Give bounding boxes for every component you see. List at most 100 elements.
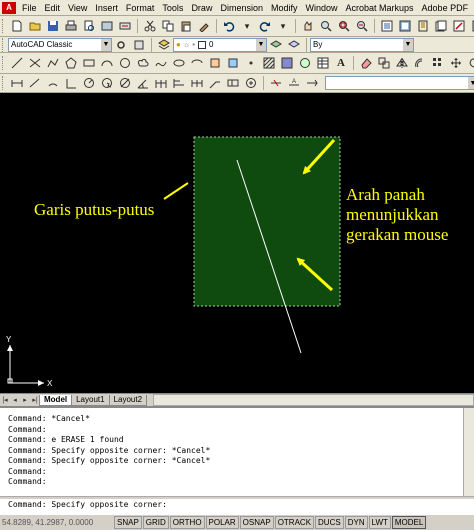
layer-select[interactable]: ● ☼ ▪ 0 ▼ (173, 37, 267, 52)
tab-layout1[interactable]: Layout1 (71, 394, 110, 406)
otrack-toggle[interactable]: OTRACK (274, 516, 315, 529)
paste-icon[interactable] (178, 18, 194, 34)
new-file-icon[interactable] (9, 18, 25, 34)
ducs-toggle[interactable]: DUCS (315, 516, 344, 529)
menu-edit[interactable]: Edit (41, 3, 65, 13)
drawing-canvas[interactable]: Garis putus-putus Arah panah menunjukkan… (0, 93, 474, 393)
dimension-edit-icon[interactable] (268, 75, 284, 91)
print-icon[interactable] (63, 18, 79, 34)
quick-dimension-icon[interactable] (153, 75, 169, 91)
copy-object-icon[interactable] (376, 55, 392, 71)
chevron-down-icon[interactable]: ▼ (468, 77, 474, 89)
radius-icon[interactable] (81, 75, 97, 91)
linear-dimension-icon[interactable] (9, 75, 25, 91)
horizontal-scrollbar[interactable] (153, 394, 474, 406)
redo-icon[interactable] (257, 18, 273, 34)
tab-model[interactable]: Model (39, 394, 73, 406)
spline-icon[interactable] (153, 55, 169, 71)
publish-icon[interactable] (99, 18, 115, 34)
polygon-icon[interactable] (63, 55, 79, 71)
toolbar-grip[interactable] (2, 56, 6, 70)
arc-icon[interactable] (99, 55, 115, 71)
menu-draw[interactable]: Draw (187, 3, 216, 13)
jogged-icon[interactable] (99, 75, 115, 91)
menu-format[interactable]: Format (122, 3, 159, 13)
tolerance-icon[interactable] (225, 75, 241, 91)
menu-modify[interactable]: Modify (267, 3, 302, 13)
chevron-down-icon[interactable]: ▼ (256, 38, 266, 51)
zoom-previous-icon[interactable] (354, 18, 370, 34)
tab-first-icon[interactable]: |◂ (0, 395, 10, 405)
polar-toggle[interactable]: POLAR (205, 516, 239, 529)
snap-toggle[interactable]: SNAP (114, 516, 142, 529)
tool-palettes-icon[interactable] (415, 18, 431, 34)
command-history-scrollbar[interactable] (463, 408, 474, 496)
command-line-input[interactable]: Command: Specify opposite corner: (8, 500, 167, 509)
layer-manager-icon[interactable] (156, 37, 172, 52)
model-toggle[interactable]: MODEL (391, 516, 427, 529)
construction-line-icon[interactable] (27, 55, 43, 71)
save-icon[interactable] (45, 18, 61, 34)
markup-set-manager-icon[interactable] (451, 18, 467, 34)
baseline-icon[interactable] (171, 75, 187, 91)
arc-length-icon[interactable] (45, 75, 61, 91)
dyn-toggle[interactable]: DYN (344, 516, 368, 529)
command-window[interactable]: Command: *Cancel* Command: Command: e ER… (0, 406, 474, 516)
ordinate-icon[interactable] (63, 75, 79, 91)
ellipse-icon[interactable] (171, 55, 187, 71)
aligned-dimension-icon[interactable] (27, 75, 43, 91)
move-icon[interactable] (448, 55, 464, 71)
quick-leader-icon[interactable] (207, 75, 223, 91)
workspace-settings-icon[interactable] (113, 37, 129, 52)
zoom-realtime-icon[interactable] (318, 18, 334, 34)
gradient-icon[interactable] (279, 55, 295, 71)
copy-icon[interactable] (160, 18, 176, 34)
menu-window[interactable]: Window (302, 3, 342, 13)
erase-icon[interactable] (358, 55, 374, 71)
workspace-select[interactable]: AutoCAD Classic ▼ (8, 37, 112, 52)
lwt-toggle[interactable]: LWT (368, 516, 391, 529)
layer-previous-icon[interactable] (286, 37, 302, 52)
insert-block-icon[interactable] (207, 55, 223, 71)
hatch-icon[interactable] (261, 55, 277, 71)
drawing-svg[interactable]: Garis putus-putus Arah panah menunjukkan… (0, 93, 474, 393)
table-icon[interactable] (315, 55, 331, 71)
rotate-icon[interactable] (466, 55, 474, 71)
properties-icon[interactable] (379, 18, 395, 34)
menu-insert[interactable]: Insert (91, 3, 122, 13)
menu-dimension[interactable]: Dimension (216, 3, 267, 13)
menu-adobe-pdf[interactable]: Adobe PDF (418, 3, 473, 13)
coordinate-readout[interactable]: 54.8289, 41.2987, 0.0000 (0, 518, 114, 527)
tab-prev-icon[interactable]: ◂ (10, 395, 20, 405)
sheet-set-manager-icon[interactable] (433, 18, 449, 34)
menu-file[interactable]: File (18, 3, 41, 13)
make-block-icon[interactable] (225, 55, 241, 71)
workspace-save-icon[interactable] (131, 37, 147, 52)
tab-layout2[interactable]: Layout2 (108, 394, 148, 406)
menu-tools[interactable]: Tools (158, 3, 187, 13)
toolbar-grip[interactable] (2, 37, 6, 52)
pan-icon[interactable] (300, 18, 316, 34)
line-icon[interactable] (9, 55, 25, 71)
polyline-icon[interactable] (45, 55, 61, 71)
circle-icon[interactable] (117, 55, 133, 71)
open-file-icon[interactable] (27, 18, 43, 34)
chevron-down-icon[interactable]: ▼ (101, 38, 111, 51)
dimension-text-edit-icon[interactable]: A (286, 75, 302, 91)
grid-toggle[interactable]: GRID (142, 516, 169, 529)
center-mark-icon[interactable] (243, 75, 259, 91)
ortho-toggle[interactable]: ORTHO (169, 516, 205, 529)
app-logo-icon[interactable]: A (2, 1, 16, 14)
revision-cloud-icon[interactable] (135, 55, 151, 71)
undo-dropdown-icon[interactable]: ▾ (239, 18, 255, 34)
angular-icon[interactable] (135, 75, 151, 91)
multiline-text-icon[interactable]: A (333, 55, 349, 71)
region-icon[interactable] (297, 55, 313, 71)
match-properties-icon[interactable] (196, 18, 212, 34)
dimension-style-select[interactable]: ▼ (325, 76, 474, 90)
osnap-toggle[interactable]: OSNAP (239, 516, 274, 529)
undo-icon[interactable] (221, 18, 237, 34)
zoom-window-icon[interactable] (336, 18, 352, 34)
rectangle-icon[interactable] (81, 55, 97, 71)
menu-acrobat-markups[interactable]: Acrobat Markups (342, 3, 418, 13)
